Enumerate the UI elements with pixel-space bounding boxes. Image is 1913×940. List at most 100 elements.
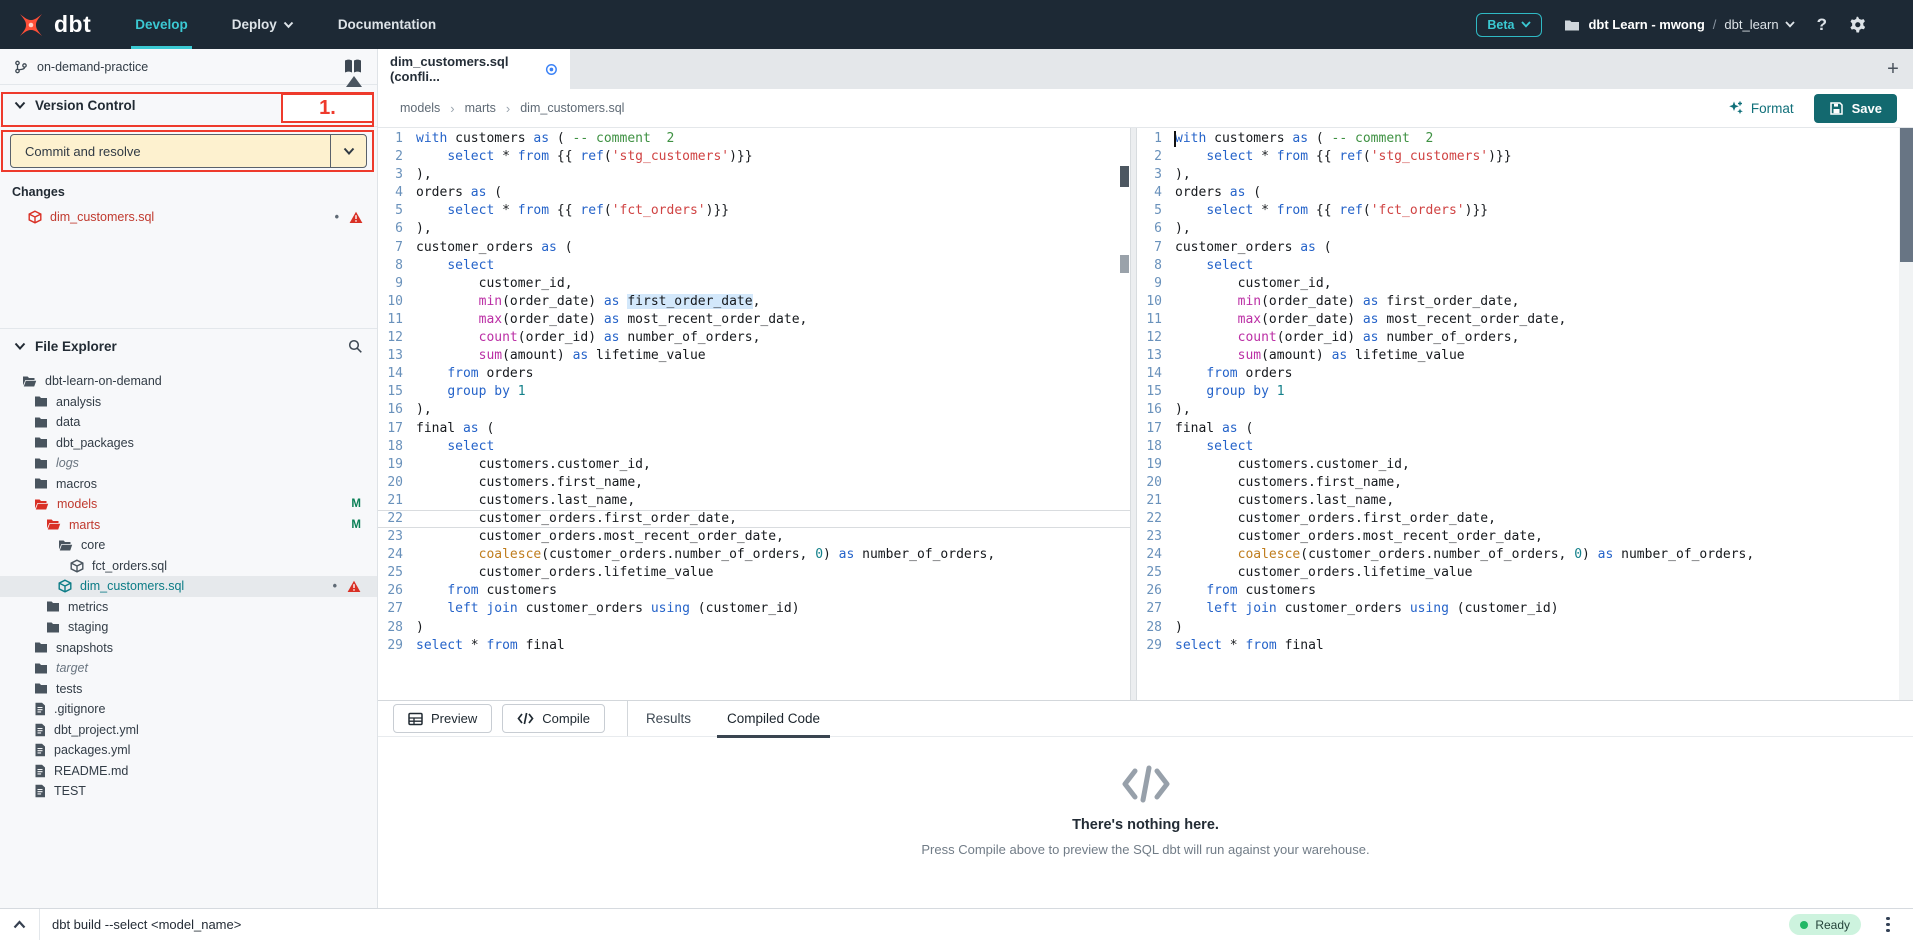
code-line-13[interactable]: 13 sum(amount) as lifetime_value [378,347,1130,365]
code-line-28[interactable]: 28) [1137,619,1913,637]
search-icon[interactable] [348,339,363,354]
command-input[interactable]: dbt build --select <model_name> [52,917,1789,932]
code-line-20[interactable]: 20 customers.first_name, [378,474,1130,492]
code-line-3[interactable]: 3), [1137,166,1913,184]
code-line-21[interactable]: 21 customers.last_name, [378,492,1130,510]
project-name[interactable]: dbt_learn [1724,17,1794,32]
tree-item-target[interactable]: target [0,658,377,679]
file-explorer-header[interactable]: File Explorer [0,328,377,363]
tree-item-models[interactable]: modelsM [0,494,377,515]
code-line-23[interactable]: 23 customer_orders.most_recent_order_dat… [378,528,1130,546]
branch-selector[interactable]: on-demand-practice [0,49,377,85]
code-line-22[interactable]: 22 customer_orders.first_order_date, [378,510,1130,528]
beta-button[interactable]: Beta [1476,13,1542,37]
code-line-18[interactable]: 18 select [378,438,1130,456]
code-line-1[interactable]: 1with customers as ( -- comment 2 [378,130,1130,148]
nav-develop[interactable]: Develop [135,0,188,49]
preview-button[interactable]: Preview [393,704,492,733]
breadcrumb-models[interactable]: models [400,101,440,115]
code-line-11[interactable]: 11 max(order_date) as most_recent_order_… [378,311,1130,329]
scrollbar-thumb[interactable] [1120,166,1129,187]
new-tab-button[interactable]: + [1873,49,1913,89]
code-line-20[interactable]: 20 customers.first_name, [1137,474,1913,492]
code-line-2[interactable]: 2 select * from {{ ref('stg_customers')}… [378,148,1130,166]
code-line-17[interactable]: 17final as ( [1137,420,1913,438]
code-line-2[interactable]: 2 select * from {{ ref('stg_customers')}… [1137,148,1913,166]
code-line-24[interactable]: 24 coalesce(customer_orders.number_of_or… [1137,546,1913,564]
code-line-3[interactable]: 3), [378,166,1130,184]
code-line-26[interactable]: 26 from customers [1137,582,1913,600]
code-pane-left[interactable]: 1with customers as ( -- comment 22 selec… [378,128,1130,700]
expand-command-bar-button[interactable] [0,909,40,940]
code-line-23[interactable]: 23 customer_orders.most_recent_order_dat… [1137,528,1913,546]
code-line-27[interactable]: 27 left join customer_orders using (cust… [378,600,1130,618]
scrollbar-thumb[interactable] [1900,128,1913,262]
code-line-19[interactable]: 19 customers.customer_id, [378,456,1130,474]
code-line-8[interactable]: 8 select [378,257,1130,275]
tree-item-core[interactable]: core [0,535,377,556]
code-line-14[interactable]: 14 from orders [378,365,1130,383]
tree-item-dbt-packages[interactable]: dbt_packages [0,433,377,454]
nav-documentation[interactable]: Documentation [338,0,436,49]
tree-item-macros[interactable]: macros [0,474,377,495]
code-line-24[interactable]: 24 coalesce(customer_orders.number_of_or… [378,546,1130,564]
code-line-28[interactable]: 28) [378,619,1130,637]
code-line-27[interactable]: 27 left join customer_orders using (cust… [1137,600,1913,618]
compile-button[interactable]: Compile [502,704,605,733]
code-line-11[interactable]: 11 max(order_date) as most_recent_order_… [1137,311,1913,329]
tree-item-dim-customers-sql[interactable]: dim_customers.sql• [0,576,377,597]
code-line-15[interactable]: 15 group by 1 [1137,383,1913,401]
tree-item-data[interactable]: data [0,412,377,433]
code-line-4[interactable]: 4orders as ( [1137,184,1913,202]
code-line-15[interactable]: 15 group by 1 [378,383,1130,401]
save-button[interactable]: Save [1814,94,1897,123]
code-line-12[interactable]: 12 count(order_id) as number_of_orders, [1137,329,1913,347]
pane-divider[interactable] [1130,128,1137,700]
code-line-16[interactable]: 16), [378,401,1130,419]
tree-item-packages-yml[interactable]: packages.yml [0,740,377,761]
code-line-7[interactable]: 7customer_orders as ( [1137,239,1913,257]
dbt-logo[interactable]: dbt [16,10,91,40]
code-line-14[interactable]: 14 from orders [1137,365,1913,383]
code-line-9[interactable]: 9 customer_id, [378,275,1130,293]
tree-item-snapshots[interactable]: snapshots [0,638,377,659]
help-icon[interactable]: ? [1817,16,1827,33]
tree-item-readme-md[interactable]: README.md [0,761,377,782]
code-line-9[interactable]: 9 customer_id, [1137,275,1913,293]
code-line-6[interactable]: 6), [1137,220,1913,238]
kebab-menu-icon[interactable] [1875,917,1901,933]
code-line-17[interactable]: 17final as ( [378,420,1130,438]
commit-and-resolve-button[interactable]: Commit and resolve [10,134,367,168]
code-line-10[interactable]: 10 min(order_date) as first_order_date, [1137,293,1913,311]
changed-file-dim-customers[interactable]: dim_customers.sql • [0,206,377,228]
gear-icon[interactable] [1849,16,1867,34]
tree-item--gitignore[interactable]: .gitignore [0,699,377,720]
tree-item-logs[interactable]: logs [0,453,377,474]
code-pane-right[interactable]: 1with customers as ( -- comment 22 selec… [1137,128,1913,700]
tree-item-metrics[interactable]: metrics [0,597,377,618]
commit-dropdown-toggle[interactable] [330,135,366,167]
tree-item-analysis[interactable]: analysis [0,392,377,413]
code-line-16[interactable]: 16), [1137,401,1913,419]
tree-item-tests[interactable]: tests [0,679,377,700]
code-line-8[interactable]: 8 select [1137,257,1913,275]
code-line-1[interactable]: 1with customers as ( -- comment 2 [1137,130,1913,148]
format-button[interactable]: Format [1728,100,1794,116]
code-line-12[interactable]: 12 count(order_id) as number_of_orders, [378,329,1130,347]
code-line-6[interactable]: 6), [378,220,1130,238]
tree-item-marts[interactable]: martsM [0,515,377,536]
breadcrumb-file[interactable]: dim_customers.sql [520,101,624,115]
code-line-4[interactable]: 4orders as ( [378,184,1130,202]
code-line-19[interactable]: 19 customers.customer_id, [1137,456,1913,474]
breadcrumb-marts[interactable]: marts [465,101,496,115]
code-line-22[interactable]: 22 customer_orders.first_order_date, [1137,510,1913,528]
version-control-header[interactable]: Version Control [0,85,377,127]
tree-item-dbt-learn-on-demand[interactable]: dbt-learn-on-demand [0,371,377,392]
code-line-25[interactable]: 25 customer_orders.lifetime_value [1137,564,1913,582]
tab-dim-customers[interactable]: dim_customers.sql (confli... [378,49,570,89]
code-line-18[interactable]: 18 select [1137,438,1913,456]
tree-item-dbt-project-yml[interactable]: dbt_project.yml [0,720,377,741]
tree-item-fct-orders-sql[interactable]: fct_orders.sql [0,556,377,577]
scrollbar-track[interactable] [1899,128,1913,700]
account-switcher[interactable]: dbt Learn - mwong / dbt_learn [1564,17,1794,32]
